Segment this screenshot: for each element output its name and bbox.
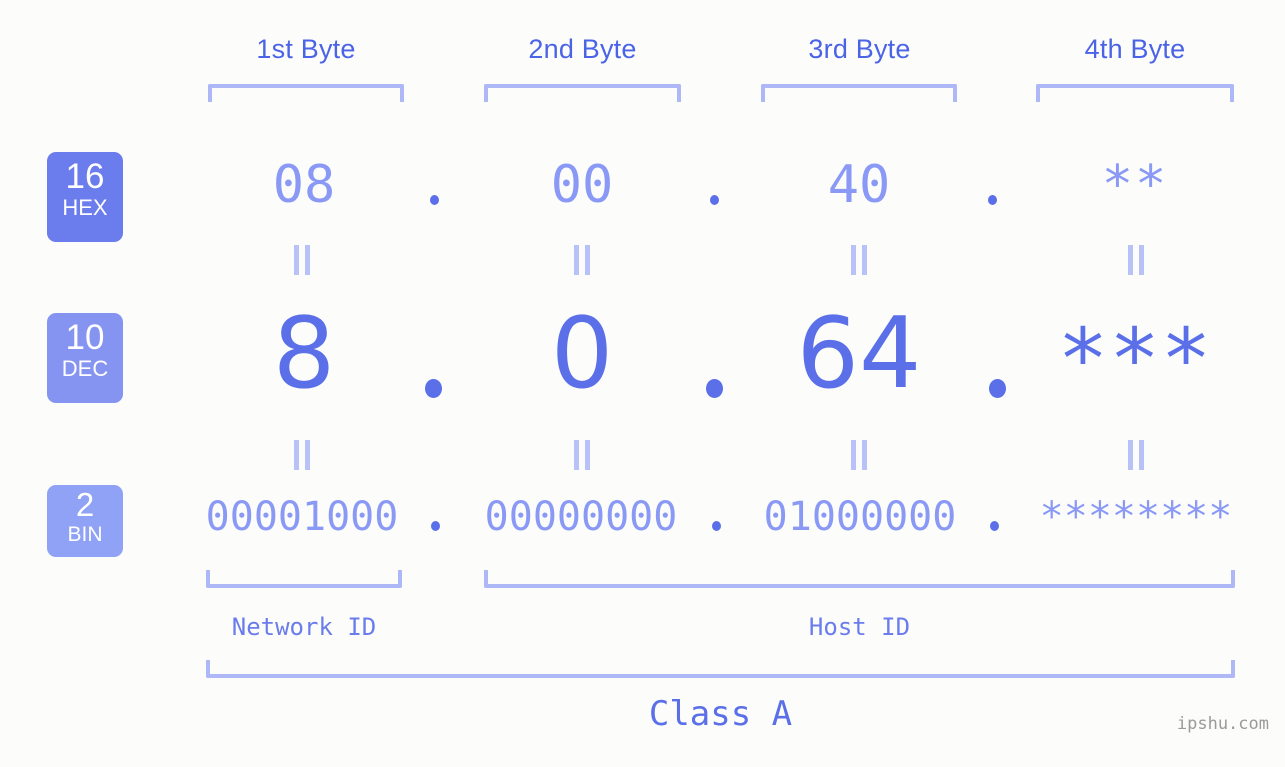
dec-byte-2-value: 0	[550, 297, 614, 411]
site-watermark: ipshu.com	[1176, 714, 1269, 734]
host-id-label: Host ID	[808, 613, 911, 641]
byte-header-3: 3rd Byte	[808, 34, 911, 64]
host-id-bracket	[484, 570, 1235, 588]
network-id-bracket	[206, 570, 402, 588]
bin-byte-4-value: ********	[1039, 494, 1233, 540]
bin-separator-dot-3	[990, 521, 999, 531]
dec-separator-dot-3	[989, 379, 1006, 398]
dec-separator-dot-1	[425, 379, 442, 398]
bin-byte-2-value: 00000000	[484, 494, 678, 540]
hex-byte-4-value: **	[1101, 155, 1169, 215]
dec-byte-4-value: ***	[1057, 310, 1213, 408]
byte-bracket-2	[484, 84, 681, 102]
network-id-label: Network ID	[231, 613, 377, 641]
ip-address-breakdown-diagram: 1st Byte 2nd Byte 3rd Byte 4th Byte 16 H…	[0, 0, 1285, 767]
dec-byte-3-value: 64	[796, 297, 922, 411]
hex-byte-1-value: 08	[272, 155, 336, 215]
dec-separator-dot-2	[706, 379, 723, 398]
hex-byte-2-value: 00	[550, 155, 614, 215]
base-badge-bin-number: 2	[75, 486, 95, 523]
equals-mark-hex-dec-1	[293, 245, 311, 275]
bin-byte-1-value: 00001000	[205, 494, 399, 540]
hex-separator-dot-2	[710, 195, 719, 205]
base-badge-hex: 16 HEX	[47, 152, 123, 242]
ip-class-label: Class A	[648, 694, 793, 734]
base-badge-bin-tag: BIN	[67, 523, 103, 546]
hex-separator-dot-1	[430, 195, 439, 205]
bin-separator-dot-1	[431, 521, 440, 531]
base-badge-dec-number: 10	[65, 318, 105, 357]
byte-header-4: 4th Byte	[1084, 34, 1186, 64]
equals-mark-dec-bin-1	[293, 440, 311, 470]
base-badge-bin: 2 BIN	[47, 485, 123, 557]
equals-mark-hex-dec-2	[573, 245, 591, 275]
equals-mark-hex-dec-4	[1127, 245, 1145, 275]
byte-bracket-3	[761, 84, 957, 102]
byte-bracket-4	[1036, 84, 1234, 102]
hex-byte-3-value: 40	[827, 155, 891, 215]
dec-byte-1-value: 8	[272, 297, 336, 411]
equals-mark-hex-dec-3	[850, 245, 868, 275]
byte-header-2: 2nd Byte	[528, 34, 637, 64]
class-bracket	[206, 660, 1235, 678]
bin-byte-3-value: 01000000	[763, 494, 957, 540]
equals-mark-dec-bin-4	[1127, 440, 1145, 470]
bin-separator-dot-2	[712, 521, 721, 531]
byte-bracket-1	[208, 84, 404, 102]
base-badge-dec-tag: DEC	[61, 356, 109, 381]
base-badge-hex-tag: HEX	[62, 195, 108, 220]
equals-mark-dec-bin-3	[850, 440, 868, 470]
base-badge-hex-number: 16	[65, 157, 105, 196]
base-badge-dec: 10 DEC	[47, 313, 123, 403]
byte-header-1: 1st Byte	[256, 34, 356, 64]
hex-separator-dot-3	[988, 195, 997, 205]
equals-mark-dec-bin-2	[573, 440, 591, 470]
